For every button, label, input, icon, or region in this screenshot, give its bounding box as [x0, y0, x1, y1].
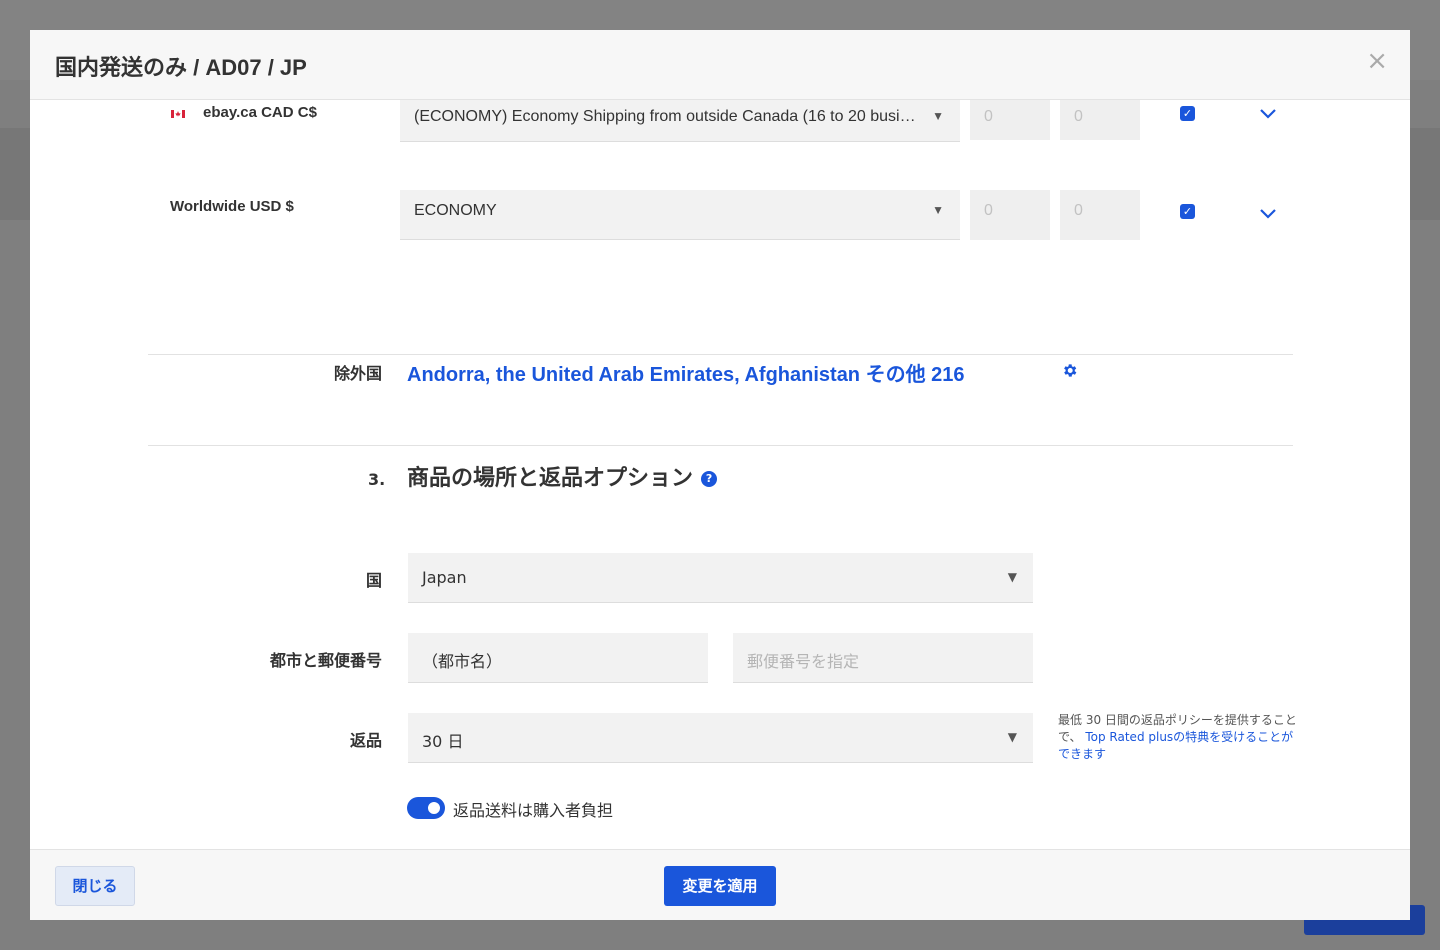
excluded-countries-label: 除外国: [333, 364, 382, 383]
shipping-service-value: ECONOMY: [414, 202, 497, 219]
market-label: ebay.ca CAD C$: [203, 104, 317, 121]
excluded-countries-link[interactable]: Andorra, the United Arab Emirates, Afgha…: [407, 358, 965, 387]
close-button[interactable]: 閉じる: [55, 866, 135, 906]
row-checkbox[interactable]: ✓: [1180, 204, 1195, 219]
caret-down-icon: ▼: [1007, 570, 1017, 584]
shipping-row-worldwide: Worldwide USD $ ECONOMY ▼ 0 0 ✓: [30, 190, 1410, 242]
country-value: Japan: [422, 568, 467, 587]
caret-down-icon: ▼: [932, 203, 944, 217]
zip-placeholder: 郵便番号を指定: [747, 652, 860, 671]
returns-value: 30 日: [422, 732, 464, 751]
additional-cost-input[interactable]: 0: [1060, 100, 1140, 140]
zip-input[interactable]: 郵便番号を指定: [733, 633, 1033, 683]
country-label: 国: [365, 571, 382, 590]
returns-label: 返品: [349, 731, 382, 750]
section-number: 3.: [368, 470, 386, 489]
caret-down-icon: ▼: [932, 109, 944, 123]
section-title: 商品の場所と返品オプション?: [407, 460, 718, 492]
row-checkbox[interactable]: ✓: [1180, 106, 1195, 121]
shipping-row-ebay-ca: ebay.ca CAD C$ (ECONOMY) Economy Shippin…: [30, 100, 1410, 148]
market-label: Worldwide USD $: [170, 198, 294, 215]
toggle-knob: [426, 800, 442, 816]
shipping-policy-modal: 国内発送のみ / AD07 / JP × ebay.ca CAD C$ (ECO…: [30, 30, 1410, 920]
shipping-service-select[interactable]: ECONOMY ▼: [400, 190, 960, 240]
toggle-label: 返品送料は購入者負担: [453, 801, 614, 820]
city-zip-label: 都市と郵便番号: [269, 651, 382, 670]
modal-body: ebay.ca CAD C$ (ECONOMY) Economy Shippin…: [30, 100, 1410, 849]
section-title-text: 商品の場所と返品オプション: [407, 466, 694, 491]
buyer-pays-return-toggle[interactable]: [407, 797, 445, 819]
chevron-down-icon[interactable]: [1258, 106, 1278, 120]
canada-flag-icon: [170, 108, 186, 120]
returns-select[interactable]: 30 日 ▼: [408, 713, 1033, 763]
apply-changes-button[interactable]: 変更を適用: [664, 866, 776, 906]
close-icon[interactable]: ×: [1366, 48, 1388, 74]
additional-cost-input[interactable]: 0: [1060, 190, 1140, 240]
help-icon[interactable]: ?: [701, 471, 718, 487]
divider: [148, 445, 1293, 446]
country-select[interactable]: Japan ▼: [408, 553, 1033, 603]
top-rated-note: 最低 30 日間の返品ポリシーを提供することで、 Top Rated plusの…: [1058, 712, 1298, 763]
caret-down-icon: ▼: [1007, 730, 1017, 744]
modal-header: 国内発送のみ / AD07 / JP ×: [30, 30, 1410, 100]
shipping-cost-input[interactable]: 0: [970, 190, 1050, 240]
shipping-cost-input[interactable]: 0: [970, 100, 1050, 140]
divider: [148, 354, 1293, 355]
city-value: （都市名）: [422, 652, 503, 671]
gear-icon[interactable]: [1061, 362, 1078, 379]
modal-title: 国内発送のみ / AD07 / JP: [55, 55, 307, 80]
chevron-down-icon[interactable]: [1258, 206, 1278, 220]
shipping-service-value: (ECONOMY) Economy Shipping from outside …: [414, 108, 919, 125]
top-rated-link[interactable]: Top Rated plusの特典を受けることができます: [1058, 730, 1293, 761]
shipping-service-select[interactable]: (ECONOMY) Economy Shipping from outside …: [400, 100, 960, 142]
city-input[interactable]: （都市名）: [408, 633, 708, 683]
modal-footer: 閉じる 変更を適用: [30, 849, 1410, 920]
